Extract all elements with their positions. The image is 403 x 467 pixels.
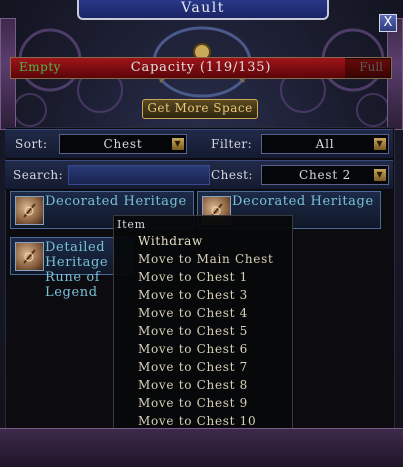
chest-value: Chest 2: [298, 168, 352, 182]
menu-item-move-chest-3[interactable]: Move to Chest 3: [138, 288, 248, 302]
filter-dropdown[interactable]: All ▼: [261, 134, 389, 154]
sort-filter-row: Sort: Chest ▼ Filter: All ▼: [5, 129, 393, 159]
menu-item-move-chest-1[interactable]: Move to Chest 1: [138, 270, 248, 284]
sort-label: Sort:: [15, 137, 48, 151]
menu-item-move-chest-7[interactable]: Move to Chest 7: [138, 360, 248, 374]
capacity-full-label: Full: [359, 60, 383, 74]
filter-value: All: [315, 137, 335, 151]
item-name: Decorated Heritage Rune of...: [45, 194, 189, 209]
search-input[interactable]: [68, 165, 210, 185]
sort-dropdown[interactable]: Chest ▼: [59, 134, 187, 154]
sort-value: Chest: [103, 137, 143, 151]
menu-item-move-chest-6[interactable]: Move to Chest 6: [138, 342, 248, 356]
search-chest-row: Search: Chest: Chest 2 ▼: [5, 160, 393, 190]
close-icon[interactable]: X: [379, 14, 397, 32]
get-more-space-button[interactable]: Get More Space: [142, 99, 258, 119]
window-title: Vault: [181, 0, 225, 16]
item-name: Decorated Heritage Rune of...: [232, 194, 376, 209]
chest-dropdown[interactable]: Chest 2 ▼: [261, 165, 389, 185]
search-label: Search:: [13, 168, 64, 182]
chevron-down-icon: ▼: [374, 138, 386, 150]
title-bar[interactable]: Vault: [77, 0, 329, 20]
menu-header: Item: [117, 218, 146, 231]
menu-item-withdraw[interactable]: Withdraw: [138, 234, 203, 248]
chest-label: Chest:: [211, 168, 254, 182]
chevron-down-icon: ▼: [374, 169, 386, 181]
menu-item-move-chest-9[interactable]: Move to Chest 9: [138, 396, 248, 410]
chevron-down-icon: ▼: [172, 138, 184, 150]
item-context-menu: Item Withdraw Move to Main Chest Move to…: [113, 215, 293, 431]
vault-window: Vault X Empty Capacity (119/135) Full Ge…: [0, 0, 403, 467]
menu-item-move-chest-8[interactable]: Move to Chest 8: [138, 378, 248, 392]
menu-item-move-main[interactable]: Move to Main Chest: [138, 252, 273, 266]
menu-item-move-chest-10[interactable]: Move to Chest 10: [138, 414, 256, 428]
capacity-bar: Empty Capacity (119/135) Full: [10, 57, 392, 79]
rune-icon: [15, 242, 44, 271]
menu-item-move-chest-4[interactable]: Move to Chest 4: [138, 306, 248, 320]
rune-icon: [15, 196, 44, 225]
menu-item-move-chest-5[interactable]: Move to Chest 5: [138, 324, 248, 338]
capacity-text: Capacity (119/135): [130, 60, 272, 75]
filter-label: Filter:: [211, 137, 253, 151]
bottom-frame: [0, 428, 403, 467]
